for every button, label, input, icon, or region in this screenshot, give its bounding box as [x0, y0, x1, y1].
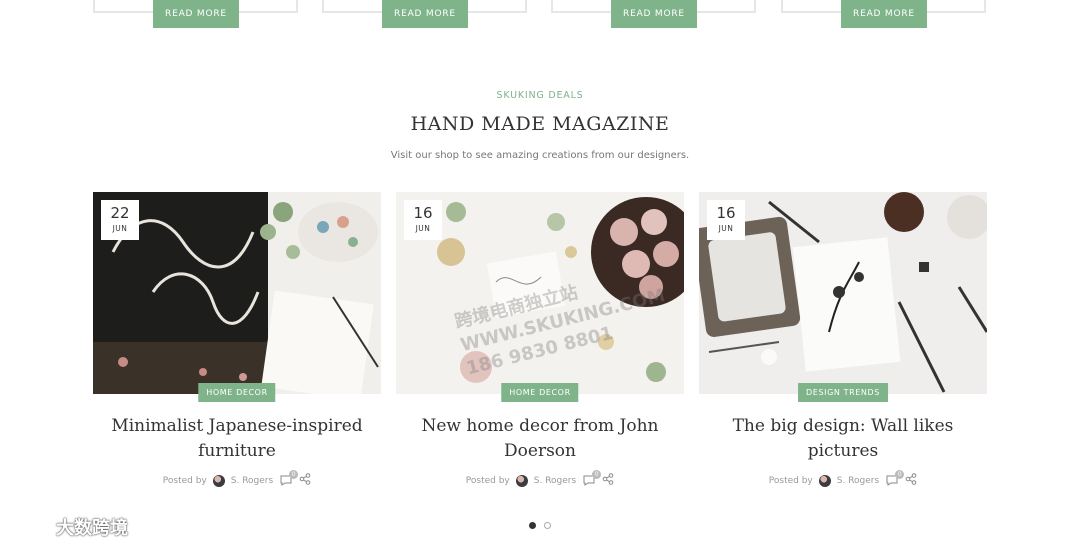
- carousel-dot-1[interactable]: [529, 522, 536, 529]
- comment-icon[interactable]: 0: [582, 469, 602, 487]
- author-avatar: [515, 474, 528, 487]
- comment-icon[interactable]: 0: [885, 469, 905, 487]
- post-month: JUN: [112, 224, 128, 233]
- author-name[interactable]: S. Rogers: [837, 476, 879, 486]
- post-category-badge[interactable]: HOME DECOR: [198, 383, 276, 402]
- posted-by-label: Posted by: [162, 475, 207, 486]
- post-category-badge[interactable]: DESIGN TRENDS: [798, 383, 888, 402]
- blog-post-card: 16 JUN DESIGN TRENDS The big design: Wal…: [699, 192, 987, 488]
- post-meta: Posted by S. Rogers 0: [93, 469, 381, 488]
- post-date-badge: 16 JUN: [404, 200, 442, 240]
- blog-post-card: 22 JUN HOME DECOR Minimalist Japanese-in…: [93, 192, 381, 488]
- share-icon[interactable]: [602, 473, 614, 488]
- read-more-button[interactable]: READ MORE: [611, 0, 697, 28]
- post-category-badge[interactable]: HOME DECOR: [501, 383, 579, 402]
- comment-count: 0: [592, 469, 602, 479]
- post-title[interactable]: The big design: Wall likes pictures: [699, 394, 987, 464]
- read-more-button[interactable]: READ MORE: [382, 0, 468, 28]
- post-day: 16: [716, 204, 736, 222]
- share-icon[interactable]: [299, 473, 311, 488]
- post-image[interactable]: 22 JUN: [93, 192, 381, 394]
- post-month: JUN: [718, 224, 734, 233]
- share-icon[interactable]: [905, 473, 917, 488]
- post-day: 16: [413, 204, 433, 222]
- brand-logo-icon: [11, 518, 50, 535]
- comment-icon[interactable]: 0: [279, 469, 299, 487]
- post-image[interactable]: 16 JUN: [699, 192, 987, 394]
- read-more-button[interactable]: READ MORE: [841, 0, 927, 28]
- author-avatar: [818, 474, 831, 487]
- post-month: JUN: [415, 224, 431, 233]
- post-day: 22: [110, 204, 130, 222]
- post-meta: Posted by S. Rogers 0: [396, 469, 684, 488]
- section-tag: SKUKING DEALS: [496, 90, 584, 101]
- posted-by-label: Posted by: [768, 475, 813, 486]
- author-name[interactable]: S. Rogers: [231, 476, 273, 486]
- posted-by-label: Posted by: [465, 475, 510, 486]
- post-title[interactable]: Minimalist Japanese-inspired furniture: [93, 394, 381, 464]
- carousel-dot-2[interactable]: [544, 522, 551, 529]
- author-avatar: [212, 474, 225, 487]
- author-name[interactable]: S. Rogers: [534, 476, 576, 486]
- carousel-pagination: [529, 522, 551, 529]
- post-date-badge: 22 JUN: [101, 200, 139, 240]
- section-description: Visit our shop to see amazing creations …: [390, 150, 690, 161]
- post-meta: Posted by S. Rogers 0: [699, 469, 987, 488]
- read-more-button[interactable]: READ MORE: [153, 0, 239, 28]
- post-title[interactable]: New home decor from John Doerson: [396, 394, 684, 464]
- comment-count: 0: [289, 469, 299, 479]
- comment-count: 0: [895, 469, 905, 479]
- post-date-badge: 16 JUN: [707, 200, 745, 240]
- brand-watermark: 大数跨境: [10, 514, 128, 540]
- section-title: HAND MADE MAGAZINE: [410, 113, 670, 135]
